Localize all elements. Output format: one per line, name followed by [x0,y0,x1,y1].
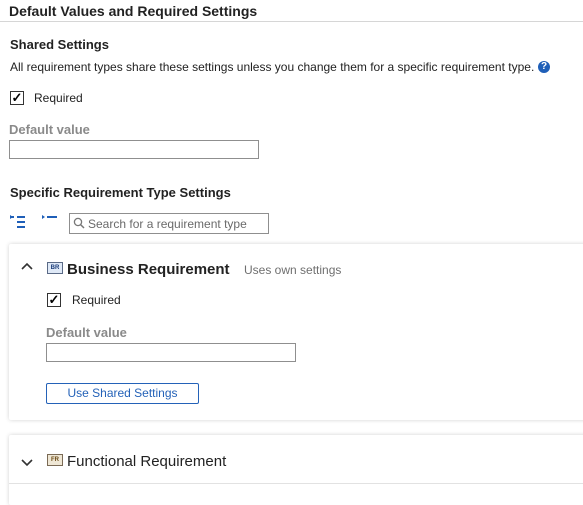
shared-default-value-label: Default value [9,122,90,137]
requirement-type-card [9,435,583,505]
requirement-type-name: Business Requirement [67,261,230,278]
functional-requirement-type-icon: FR [47,454,63,466]
requirement-type-search[interactable] [69,213,269,234]
use-shared-settings-button[interactable]: Use Shared Settings [46,383,199,404]
card-divider [9,483,583,484]
requirement-type-name: Functional Requirement [67,453,227,470]
shared-default-value-input[interactable] [9,140,259,159]
chevron-up-icon[interactable] [21,262,33,270]
chevron-down-icon[interactable] [21,459,33,467]
section-title: Default Values and Required Settings [9,3,258,19]
question-circle-icon[interactable]: ? [538,61,550,73]
business-requirement-type-icon: BR [47,262,63,274]
search-input[interactable] [88,215,264,232]
shared-required-checkbox[interactable]: ✓ [10,91,24,105]
business-required-checkbox[interactable]: ✓ [47,293,61,307]
business-required-label: Required [72,293,121,307]
business-default-value-input[interactable] [46,343,296,362]
business-default-value-label: Default value [46,325,127,340]
shared-required-label: Required [34,91,83,105]
settings-status-note: Uses own settings [244,263,342,277]
collapse-all-icon[interactable] [42,215,58,229]
expand-all-icon[interactable] [10,215,26,229]
search-icon [73,217,85,229]
section-divider [0,21,583,22]
specific-settings-heading: Specific Requirement Type Settings [10,185,231,200]
shared-settings-heading: Shared Settings [10,37,109,52]
shared-settings-description: All requirement types share these settin… [10,60,535,74]
